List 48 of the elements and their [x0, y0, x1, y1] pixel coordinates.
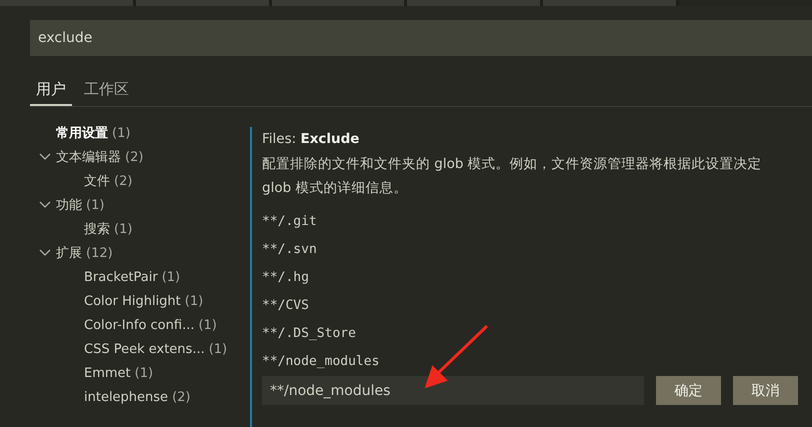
editor-tab[interactable]: [407, 0, 540, 6]
scope-tab[interactable]: 工作区: [78, 74, 135, 106]
item-count: (2): [114, 174, 132, 188]
item-count: (2): [172, 390, 190, 404]
pattern-item[interactable]: **/.DS_Store: [262, 326, 356, 341]
setting-title: Files: Exclude: [262, 131, 360, 147]
item-count: (1): [112, 126, 130, 140]
arrow-annotation: [425, 324, 489, 388]
setting-description: glob 模式的详细信息。: [262, 179, 408, 198]
setting-description: 配置排除的文件和文件夹的 glob 模式。例如，文件资源管理器将根据此设置决定: [262, 155, 763, 174]
tree-item[interactable]: 搜索: [84, 220, 110, 238]
item-count: (1): [198, 318, 217, 332]
tree-item[interactable]: 功能: [56, 196, 82, 214]
tree-item[interactable]: Color Highlight: [84, 294, 181, 308]
search-field[interactable]: exclude: [30, 20, 812, 56]
pattern-item[interactable]: **/.svn: [262, 242, 317, 257]
item-count: (1): [184, 294, 204, 308]
tree-item[interactable]: 文本编辑器: [56, 148, 121, 166]
chevron-down-icon[interactable]: [38, 200, 52, 210]
cancel-button[interactable]: 取消: [733, 376, 798, 405]
tree-item[interactable]: Emmet: [84, 366, 131, 380]
pattern-item[interactable]: **/.hg: [262, 270, 309, 285]
item-count: (12): [86, 246, 113, 260]
tree-item[interactable]: intelephense: [84, 390, 168, 404]
editor-tab[interactable]: [543, 0, 676, 6]
editor-tab[interactable]: [272, 0, 404, 6]
editor-tab[interactable]: [136, 0, 269, 6]
editor-tab[interactable]: [0, 0, 133, 6]
scope-tab[interactable]: 用户: [30, 74, 72, 106]
pattern-item[interactable]: **/.git: [262, 214, 317, 229]
item-count: (1): [162, 270, 180, 284]
pattern-item[interactable]: **/node_modules: [262, 354, 380, 369]
ok-button[interactable]: 确定: [656, 376, 721, 405]
tree-item[interactable]: 常用设置: [56, 124, 108, 142]
tree-item[interactable]: CSS Peek extens...: [84, 342, 205, 356]
pattern-input[interactable]: **/node_modules: [262, 376, 644, 405]
item-count: (1): [208, 342, 228, 356]
tree-item[interactable]: Color-Info confi...: [84, 318, 194, 332]
item-count: (1): [86, 198, 104, 212]
chevron-down-icon[interactable]: [38, 248, 52, 258]
pattern-item[interactable]: **/CVS: [262, 298, 309, 313]
chevron-down-icon[interactable]: [38, 152, 52, 162]
item-count: (2): [125, 150, 144, 164]
item-count: (1): [114, 222, 132, 236]
item-count: (1): [134, 366, 154, 380]
tree-item[interactable]: BracketPair: [84, 270, 158, 284]
tree-item[interactable]: 扩展: [56, 244, 82, 262]
tree-item[interactable]: 文件: [84, 172, 110, 190]
